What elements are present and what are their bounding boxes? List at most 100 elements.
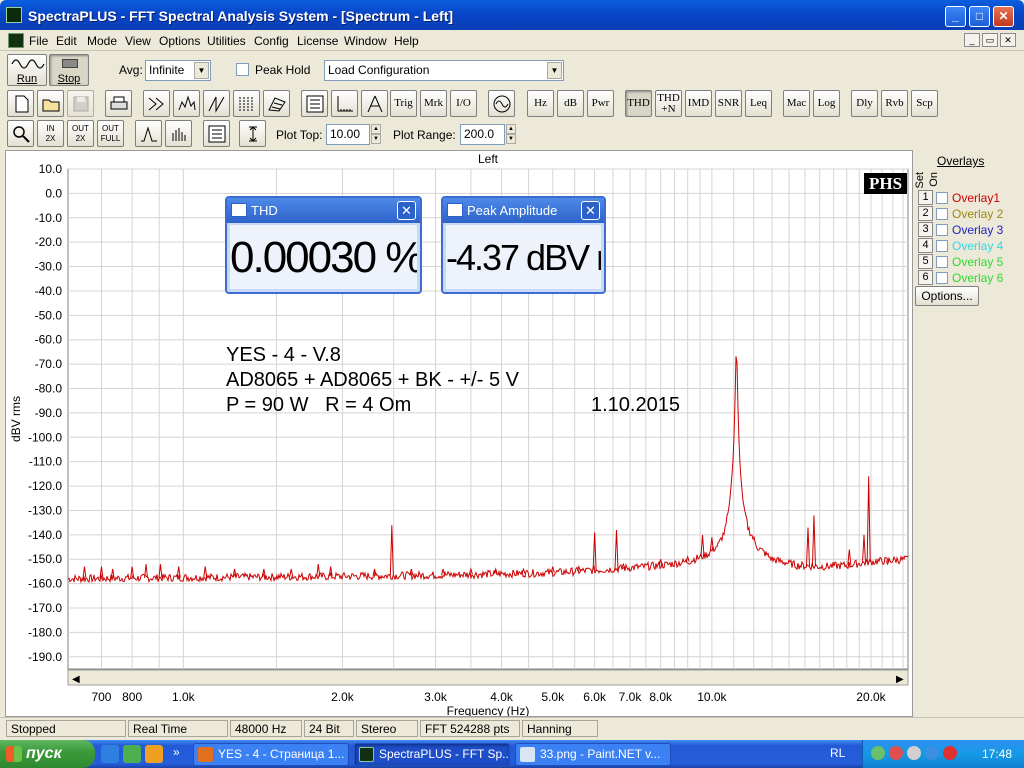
db-button[interactable]: dB (557, 90, 584, 117)
mdi-restore-button[interactable]: ▭ (982, 33, 998, 47)
thdn-button[interactable]: THD +N (655, 90, 682, 117)
menu-view[interactable]: View (125, 34, 151, 48)
view-settings-button[interactable] (301, 90, 328, 117)
overlay-set-button[interactable]: 5 (918, 254, 933, 269)
speaker-tray-icon[interactable] (907, 746, 921, 760)
thd-close-button[interactable]: ✕ (397, 201, 416, 220)
peak-hold-checkbox[interactable] (236, 63, 249, 76)
spin-up-icon[interactable]: ▲ (371, 124, 381, 134)
zoom-in-2x-button[interactable]: IN 2X (37, 120, 64, 147)
peak-close-button[interactable]: ✕ (581, 201, 600, 220)
hz-button[interactable]: Hz (527, 90, 554, 117)
thd-window-title[interactable]: THD ✕ (227, 198, 420, 223)
task-firefox[interactable]: YES - 4 - Страница 1... (193, 743, 349, 766)
trigger-button[interactable]: Trig (390, 90, 417, 117)
spin-down-icon[interactable]: ▼ (506, 134, 516, 144)
stop-button[interactable]: Stop (49, 54, 89, 86)
table-view-button[interactable] (203, 120, 230, 147)
overlay-set-button[interactable]: 2 (918, 206, 933, 221)
marker-button[interactable]: Mrk (420, 90, 447, 117)
spin-up-icon[interactable]: ▲ (506, 124, 516, 134)
peak-amplitude-window[interactable]: Peak Amplitude ✕ -4.37 dBV rms (441, 196, 606, 294)
menu-license[interactable]: License (297, 34, 338, 48)
config-select[interactable]: Load Configuration ▼ (324, 60, 564, 81)
scope-button[interactable]: Scp (911, 90, 938, 117)
overlay-set-button[interactable]: 4 (918, 238, 933, 253)
overlay-set-button[interactable]: 6 (918, 270, 933, 285)
calibration-button[interactable] (361, 90, 388, 117)
print-button[interactable] (105, 90, 132, 117)
zoom-out-2x-button[interactable]: OUT 2X (67, 120, 94, 147)
avg-select[interactable]: Infinite ▼ (145, 60, 211, 81)
plot-area[interactable]: Left 10.0 0.0 -10.0 -20.0 -30.0 -40.0 -50.0 -60.… (5, 150, 913, 717)
quicklaunch-more[interactable]: » (173, 745, 180, 759)
peak-window-title[interactable]: Peak Amplitude ✕ (443, 198, 604, 223)
minimize-button[interactable]: _ (945, 6, 966, 27)
3d-surface-button[interactable] (263, 90, 290, 117)
log-button[interactable]: Log (813, 90, 840, 117)
task-spectraplus[interactable]: SpectraPLUS - FFT Sp... (354, 743, 510, 766)
thd-button[interactable]: THD (625, 90, 652, 117)
overlay-checkbox[interactable] (936, 208, 948, 220)
spectrum-view-button[interactable] (173, 90, 200, 117)
menu-file[interactable]: File (29, 34, 48, 48)
time-series-button[interactable] (203, 90, 230, 117)
menu-mode[interactable]: Mode (87, 34, 117, 48)
thd-readout-window[interactable]: THD ✕ 0.00030 % (225, 196, 422, 294)
peak-display-button[interactable] (135, 120, 162, 147)
menu-config[interactable]: Config (254, 34, 289, 48)
delay-button[interactable]: Dly (851, 90, 878, 117)
scaling-button[interactable] (331, 90, 358, 117)
bar-display-button[interactable] (165, 120, 192, 147)
plot-top-spinner[interactable]: ▲ ▼ (371, 124, 381, 145)
io-button[interactable]: I/O (450, 90, 477, 117)
ie-quicklaunch-icon[interactable] (101, 745, 119, 763)
mail-quicklaunch-icon[interactable] (145, 745, 163, 763)
overlay-checkbox[interactable] (936, 256, 948, 268)
update-tray-icon[interactable] (925, 746, 939, 760)
menu-help[interactable]: Help (394, 34, 419, 48)
run-button[interactable]: Run (7, 54, 47, 86)
chevron-down-icon[interactable]: ▼ (547, 62, 562, 79)
title-bar[interactable]: SpectraPLUS - FFT Spectral Analysis Syst… (0, 0, 1024, 30)
plot-range-spinner[interactable]: ▲ ▼ (506, 124, 516, 145)
overlay-checkbox[interactable] (936, 224, 948, 236)
app-icon[interactable] (6, 7, 22, 23)
overlay-checkbox[interactable] (936, 192, 948, 204)
mdi-minimize-button[interactable]: _ (964, 33, 980, 47)
overlay-set-button[interactable]: 3 (918, 222, 933, 237)
macro-button[interactable]: Mac (783, 90, 810, 117)
overlay-checkbox[interactable] (936, 272, 948, 284)
overlays-options-button[interactable]: Options... (915, 286, 979, 306)
reverb-button[interactable]: Rvb (881, 90, 908, 117)
spin-down-icon[interactable]: ▼ (371, 134, 381, 144)
spectrogram-button[interactable] (233, 90, 260, 117)
security-tray-icon[interactable] (889, 746, 903, 760)
menu-edit[interactable]: Edit (56, 34, 77, 48)
zoom-out-full-button[interactable]: OUT FULL (97, 120, 124, 147)
document-icon[interactable] (8, 33, 24, 48)
plot-top-input[interactable]: 10.00 (326, 124, 370, 145)
autoscale-button[interactable] (239, 120, 266, 147)
network-tray-icon[interactable] (871, 746, 885, 760)
overlay-set-button[interactable]: 1 (918, 190, 933, 205)
task-paintnet[interactable]: 33.png - Paint.NET v... (515, 743, 671, 766)
zoom-button[interactable] (7, 120, 34, 147)
mdi-close-button[interactable]: ✕ (1000, 33, 1016, 47)
signal-generator-button[interactable] (488, 90, 515, 117)
close-button[interactable]: ✕ (993, 6, 1014, 27)
new-file-button[interactable] (7, 90, 34, 117)
snr-button[interactable]: SNR (715, 90, 742, 117)
desktop-quicklaunch-icon[interactable] (123, 745, 141, 763)
maximize-button[interactable]: □ (969, 6, 990, 27)
language-indicator[interactable]: RL (830, 746, 845, 760)
save-button[interactable] (67, 90, 94, 117)
menu-window[interactable]: Window (344, 34, 387, 48)
chevron-down-icon[interactable]: ▼ (194, 62, 209, 79)
imd-button[interactable]: IMD (685, 90, 712, 117)
overlay-checkbox[interactable] (936, 240, 948, 252)
open-file-button[interactable] (37, 90, 64, 117)
menu-options[interactable]: Options (159, 34, 200, 48)
leq-button[interactable]: Leq (745, 90, 772, 117)
power-button[interactable]: Pwr (587, 90, 614, 117)
